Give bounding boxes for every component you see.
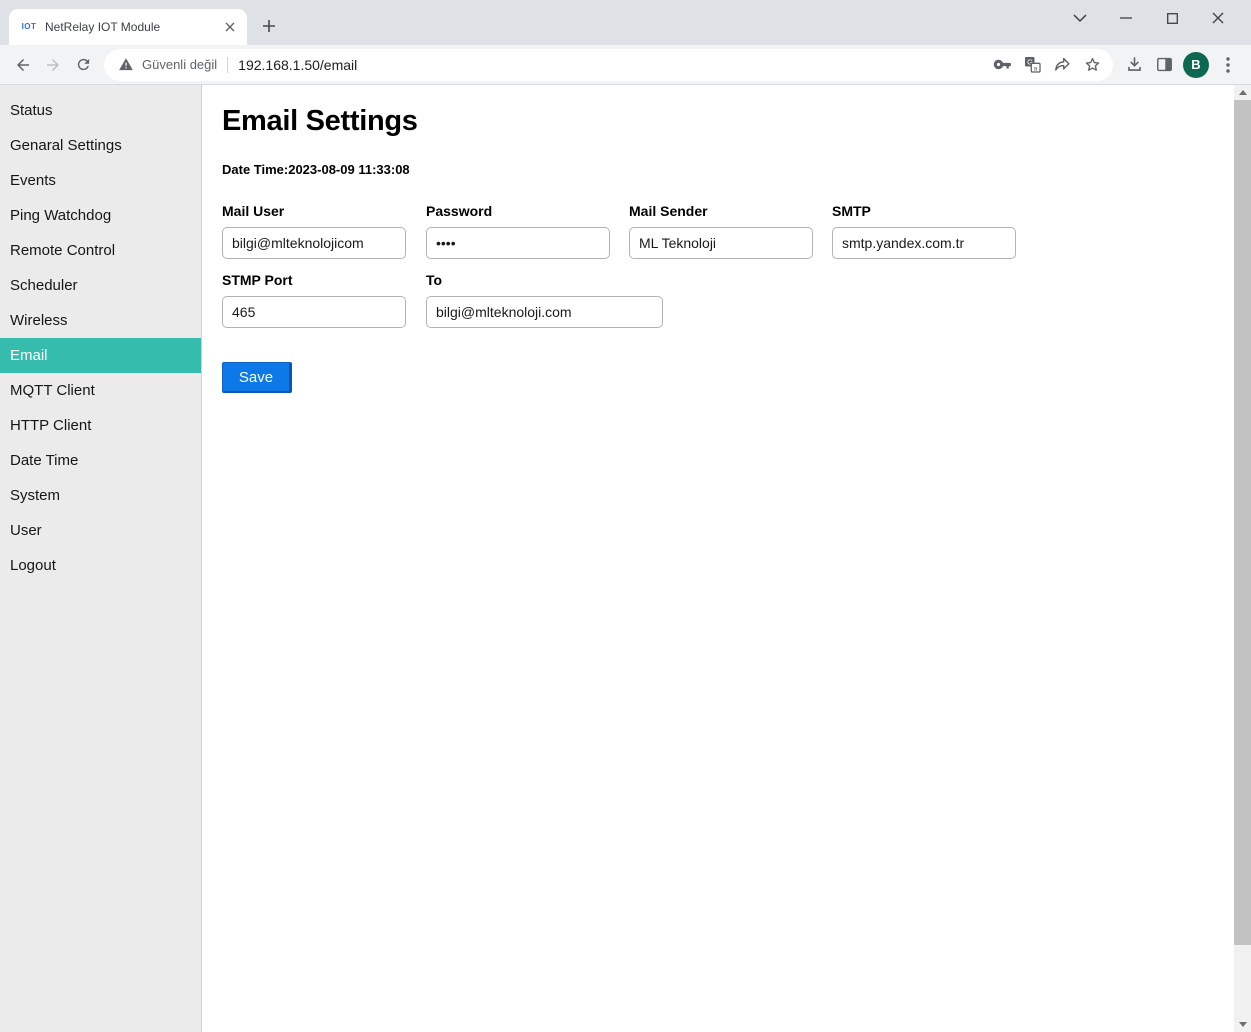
sidebar-item-wireless[interactable]: Wireless: [0, 303, 201, 338]
smtp-field: SMTP: [832, 203, 1016, 259]
password-label: Password: [426, 203, 610, 219]
password-input[interactable]: [426, 227, 610, 259]
page-scrollbar[interactable]: [1234, 85, 1251, 1032]
mail-sender-input[interactable]: [629, 227, 813, 259]
security-warning-label[interactable]: Güvenli değil: [142, 57, 217, 72]
downloads-icon[interactable]: [1119, 50, 1149, 80]
email-settings-panel: Email Settings Date Time:2023-08-09 11:3…: [202, 85, 1234, 1032]
to-input[interactable]: [426, 296, 663, 328]
password-field: Password: [426, 203, 610, 259]
smtp-input[interactable]: [832, 227, 1016, 259]
mail-user-label: Mail User: [222, 203, 406, 219]
tab-strip: IOT NetRelay IOT Module: [0, 0, 1251, 45]
sidebar-item-date-time[interactable]: Date Time: [0, 443, 201, 478]
site-favicon-icon: IOT: [19, 19, 39, 35]
page-title: Email Settings: [222, 105, 1234, 138]
smtp-label: SMTP: [832, 203, 1016, 219]
bookmark-star-icon[interactable]: [1077, 50, 1107, 80]
sidebar-item-http-client[interactable]: HTTP Client: [0, 408, 201, 443]
smtp-port-input[interactable]: [222, 296, 406, 328]
sidebar-item-general-settings[interactable]: Genaral Settings: [0, 128, 201, 163]
forward-button[interactable]: [38, 50, 68, 80]
to-label: To: [426, 272, 663, 288]
menu-kebab-icon[interactable]: [1213, 50, 1243, 80]
share-icon[interactable]: [1047, 50, 1077, 80]
page-content: Status Genaral Settings Events Ping Watc…: [0, 85, 1251, 1032]
tab-search-chevron-icon[interactable]: [1057, 2, 1103, 34]
sidebar-item-mqtt-client[interactable]: MQTT Client: [0, 373, 201, 408]
translate-icon[interactable]: G a: [1017, 50, 1047, 80]
profile-avatar[interactable]: B: [1183, 52, 1209, 78]
sidebar-item-user[interactable]: User: [0, 513, 201, 548]
reload-button[interactable]: [68, 50, 98, 80]
window-controls: [1057, 0, 1241, 36]
datetime-label: Date Time:2023-08-09 11:33:08: [222, 162, 1234, 177]
address-bar[interactable]: Güvenli değil 192.168.1.50/email G a: [104, 49, 1113, 81]
password-key-icon[interactable]: [987, 50, 1017, 80]
back-button[interactable]: [8, 50, 38, 80]
sidebar-item-logout[interactable]: Logout: [0, 548, 201, 583]
sidebar-item-events[interactable]: Events: [0, 163, 201, 198]
smtp-port-field: STMP Port: [222, 272, 406, 328]
tab-close-icon[interactable]: [221, 18, 239, 36]
sidebar-item-status[interactable]: Status: [0, 93, 201, 128]
mail-sender-field: Mail Sender: [629, 203, 813, 259]
mail-user-input[interactable]: [222, 227, 406, 259]
mail-user-field: Mail User: [222, 203, 406, 259]
url-text[interactable]: 192.168.1.50/email: [238, 57, 987, 73]
close-window-button[interactable]: [1195, 2, 1241, 34]
sidebar-nav: Status Genaral Settings Events Ping Watc…: [0, 85, 202, 1032]
sidebar-item-email[interactable]: Email: [0, 338, 201, 373]
scroll-up-icon[interactable]: [1234, 85, 1251, 100]
sidebar-item-scheduler[interactable]: Scheduler: [0, 268, 201, 303]
svg-text:a: a: [1033, 65, 1037, 72]
smtp-port-label: STMP Port: [222, 272, 406, 288]
new-tab-button[interactable]: [255, 12, 283, 40]
omnibox-divider: [227, 57, 228, 73]
security-warning-icon[interactable]: [118, 57, 134, 72]
sidebar-item-ping-watchdog[interactable]: Ping Watchdog: [0, 198, 201, 233]
tab-title: NetRelay IOT Module: [45, 20, 221, 34]
sidebar-item-remote-control[interactable]: Remote Control: [0, 233, 201, 268]
mail-sender-label: Mail Sender: [629, 203, 813, 219]
minimize-button[interactable]: [1103, 2, 1149, 34]
browser-tab[interactable]: IOT NetRelay IOT Module: [9, 9, 247, 45]
scroll-down-icon[interactable]: [1234, 1017, 1251, 1032]
to-field: To: [426, 272, 663, 328]
maximize-button[interactable]: [1149, 2, 1195, 34]
browser-window: IOT NetRelay IOT Module: [0, 0, 1251, 1032]
side-panel-icon[interactable]: [1149, 50, 1179, 80]
sidebar-item-system[interactable]: System: [0, 478, 201, 513]
scrollbar-thumb[interactable]: [1234, 100, 1251, 945]
save-button[interactable]: Save: [222, 362, 292, 393]
browser-toolbar: Güvenli değil 192.168.1.50/email G a: [0, 45, 1251, 85]
